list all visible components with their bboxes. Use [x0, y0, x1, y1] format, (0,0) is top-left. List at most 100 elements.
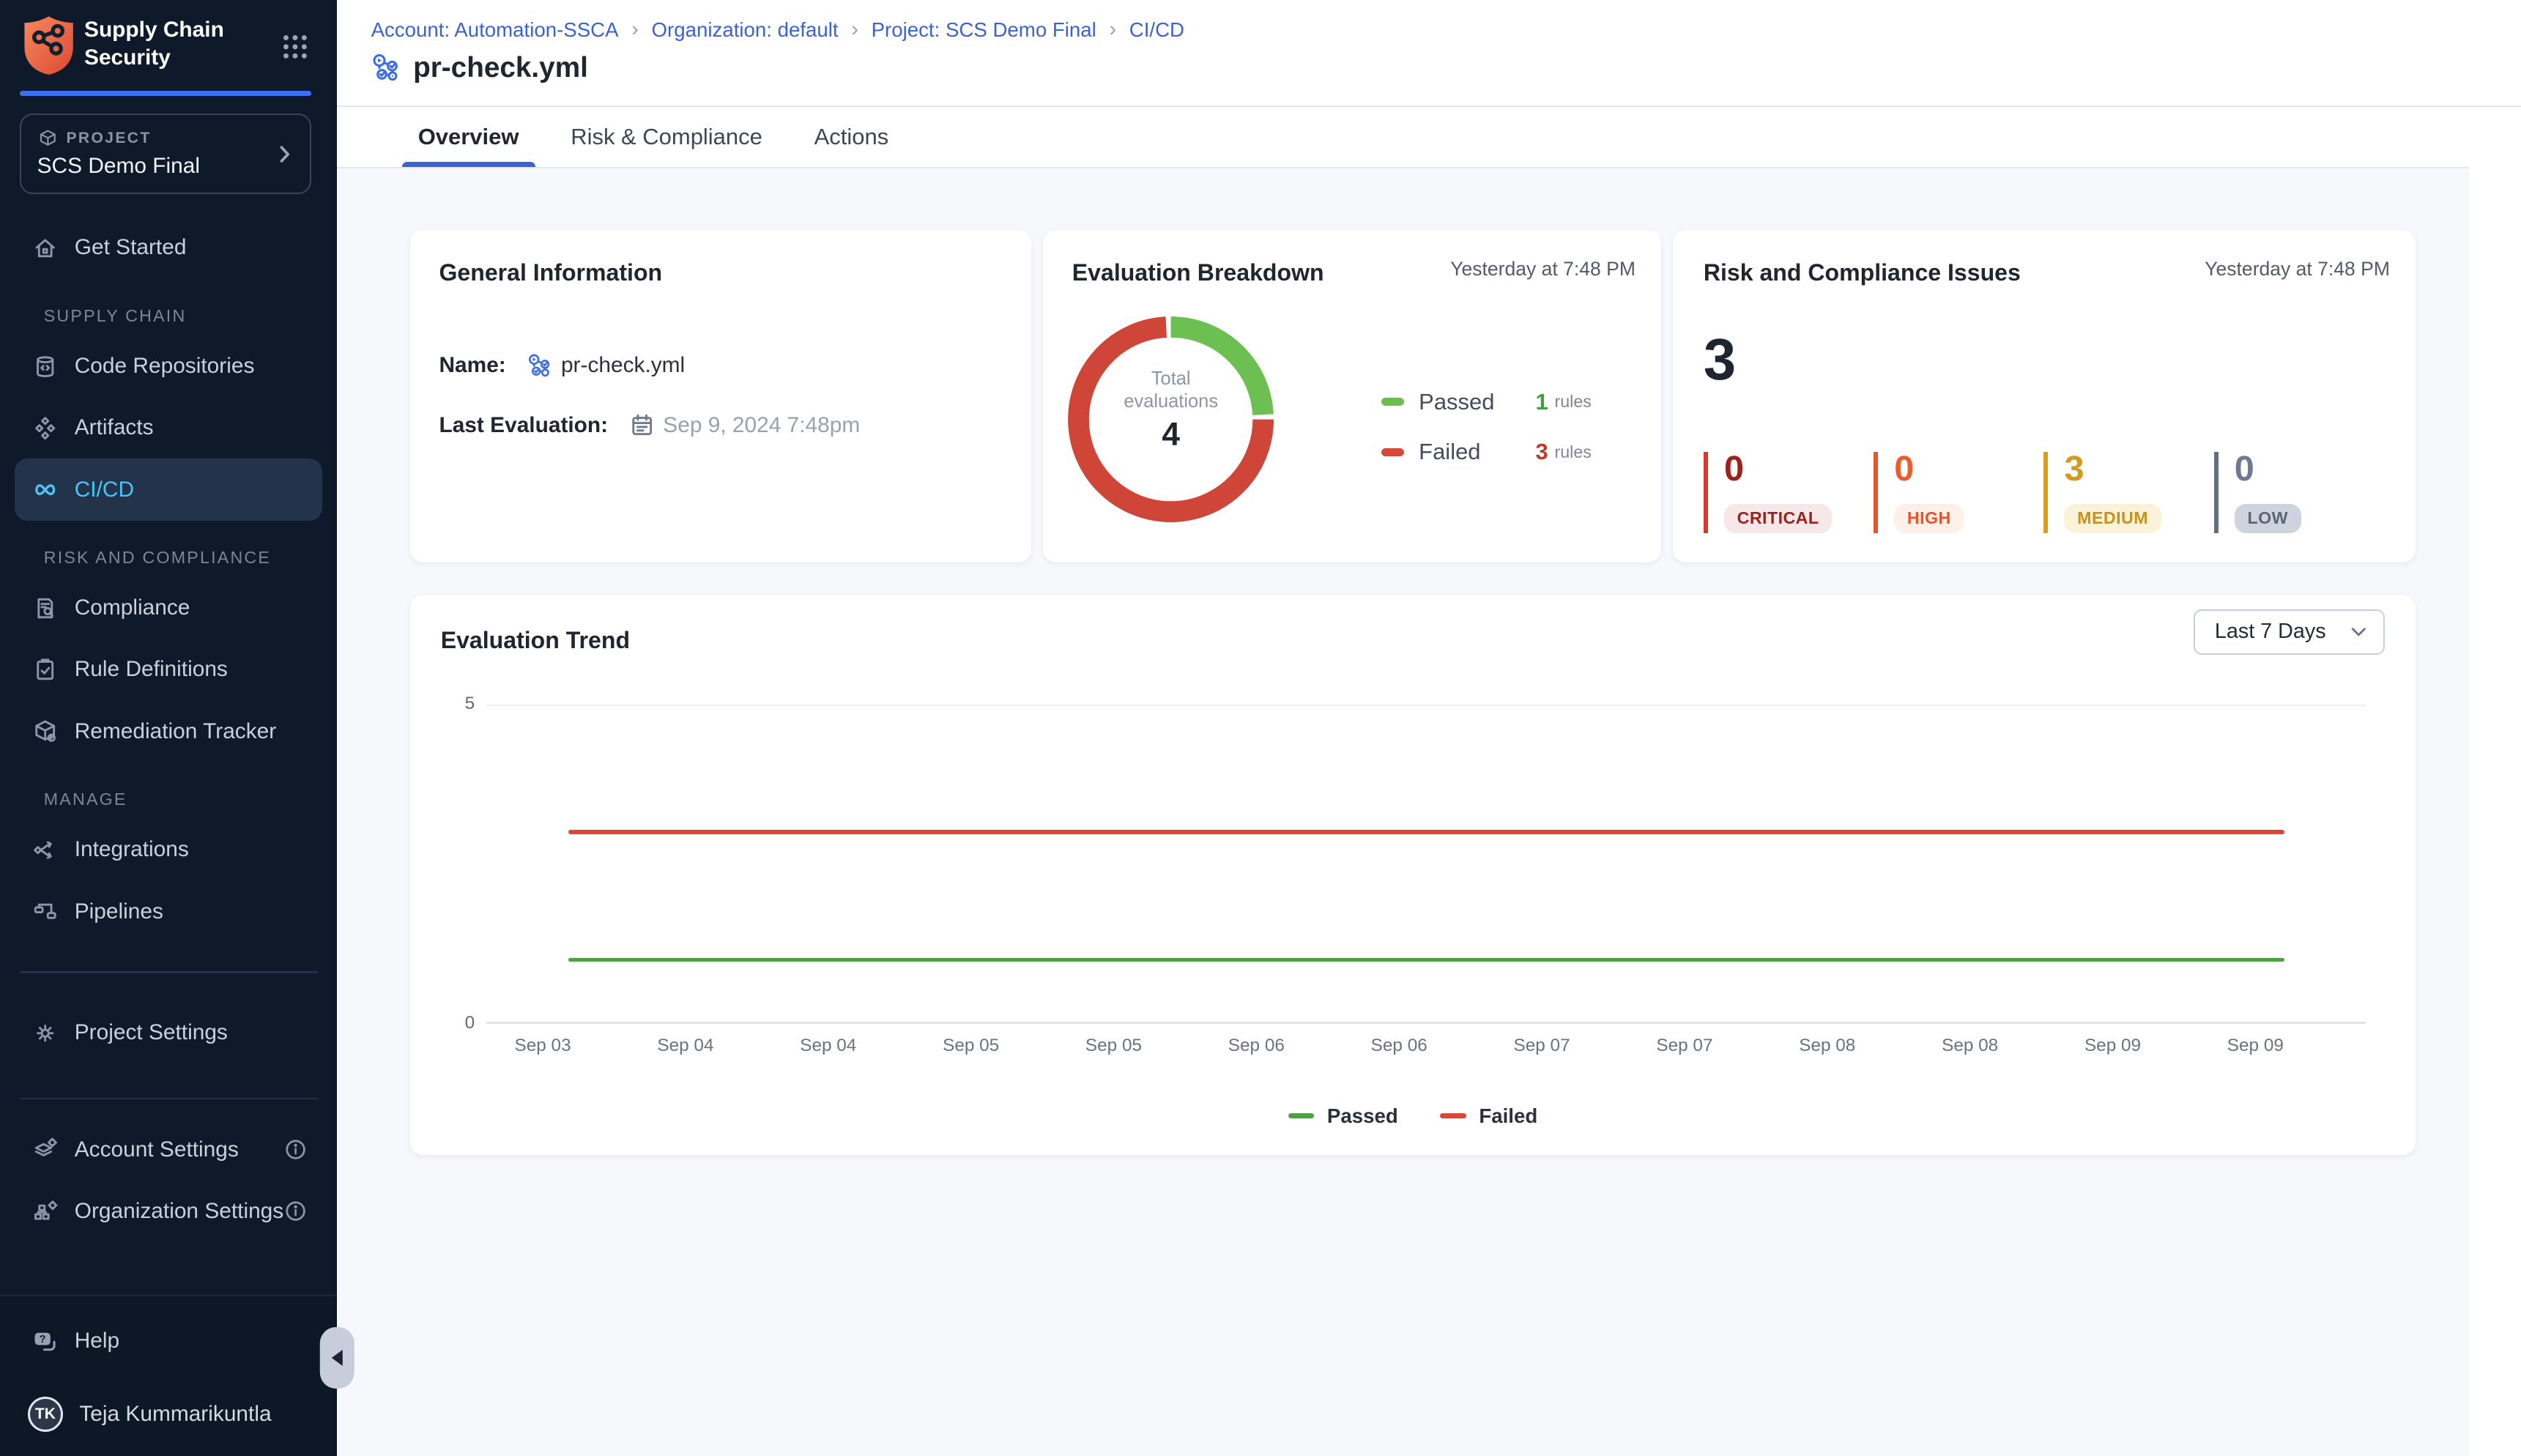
severity-medium: 3MEDIUM — [2043, 452, 2204, 533]
sidebar-item-label: Account Settings — [75, 1137, 239, 1162]
sidebar-item-organization-settings[interactable]: Organization Settings — [15, 1181, 322, 1242]
project-selector[interactable]: PROJECT SCS Demo Final — [20, 114, 311, 195]
organization-settings-icon — [32, 1198, 58, 1224]
trend-line-chart — [486, 705, 2366, 1024]
breadcrumb-link-project-scs-demo-final[interactable]: Project: SCS Demo Final — [872, 18, 1096, 42]
trend-legend-passed: Passed — [1288, 1104, 1398, 1128]
card-title: General Information — [439, 259, 1002, 286]
sidebar-item-label: Integrations — [75, 837, 189, 862]
info-circle-icon[interactable] — [283, 1199, 308, 1223]
card-timestamp: Yesterday at 7:48 PM — [1450, 258, 1636, 281]
app-switcher-icon[interactable] — [281, 32, 310, 62]
time-range-select[interactable]: Last 7 Days — [2194, 609, 2385, 655]
legend-row-failed: Failed 3 rules — [1381, 437, 1592, 467]
sidebar-item-remediation-tracker[interactable]: Remediation Tracker — [15, 701, 322, 762]
sidebar-logo-row: Supply Chain Security — [0, 0, 337, 91]
breadcrumb-separator-icon: › — [851, 18, 858, 42]
sidebar-item-project-settings[interactable]: Project Settings — [15, 1002, 322, 1063]
cicd-infinity-icon — [32, 477, 58, 502]
sidebar-item-ci-cd[interactable]: CI/CD — [15, 458, 322, 520]
account-settings-icon — [32, 1137, 58, 1162]
sidebar-item-account-settings[interactable]: Account Settings — [15, 1119, 322, 1181]
summary-cards-row: General Information Name: — [410, 230, 2416, 562]
evaluation-breakdown-card: Evaluation Breakdown Yesterday at 7:48 P… — [1043, 230, 1661, 562]
sidebar-section-heading-manage: MANAGE — [0, 790, 337, 809]
sidebar-item-compliance[interactable]: Compliance — [15, 577, 322, 639]
failed-dash-icon — [1381, 448, 1404, 456]
breadcrumb-link-organization-default[interactable]: Organization: default — [652, 18, 839, 42]
x-tick-label: Sep 09 — [2227, 1036, 2284, 1056]
severity-count: 0 — [1894, 452, 2034, 486]
breadcrumb-separator-icon: › — [1109, 18, 1116, 42]
trend-legend-label: Failed — [1479, 1104, 1537, 1128]
sidebar-item-get-started[interactable]: Get Started — [15, 217, 322, 278]
trend-line-passed — [568, 958, 2284, 962]
home-icon — [32, 235, 58, 261]
calendar-icon — [629, 412, 655, 438]
pipelines-icon — [32, 899, 58, 924]
tab-risk-compliance[interactable]: Risk & Compliance — [545, 107, 788, 167]
page-title: pr-check.yml — [413, 52, 588, 84]
breadcrumb-link-ci-cd[interactable]: CI/CD — [1129, 18, 1184, 42]
sidebar-item-label: Project Settings — [75, 1020, 228, 1045]
y-tick-label: 5 — [442, 694, 475, 714]
last-evaluation-label: Last Evaluation: — [439, 413, 608, 438]
supply-chain-security-logo-icon — [21, 15, 76, 76]
sidebar-item-integrations[interactable]: Integrations — [15, 819, 322, 880]
card-timestamp: Yesterday at 7:48 PM — [2205, 258, 2390, 281]
breakdown-legend: Passed 1 rules Failed 3 rules — [1381, 387, 1592, 488]
severity-badge: MEDIUM — [2064, 504, 2161, 533]
severity-high: 0HIGH — [1874, 452, 2034, 533]
breadcrumb-link-account-automation-ssca[interactable]: Account: Automation-SSCA — [371, 18, 619, 42]
remediation-tracker-icon — [32, 718, 58, 744]
sidebar-item-label: Organization Settings — [75, 1199, 284, 1224]
trend-legend-failed: Failed — [1440, 1104, 1537, 1128]
trend-legend-label: Passed — [1327, 1104, 1398, 1128]
chevron-right-icon — [272, 142, 297, 166]
code-repositories-icon — [32, 354, 58, 379]
x-tick-label: Sep 06 — [1371, 1036, 1427, 1056]
x-tick-label: Sep 04 — [657, 1036, 713, 1056]
sidebar-section-heading-supply-chain: SUPPLY CHAIN — [0, 306, 337, 326]
chevron-down-icon — [2348, 621, 2369, 642]
info-circle-icon[interactable] — [283, 1137, 308, 1162]
sidebar-item-label: CI/CD — [75, 478, 134, 502]
x-tick-label: Sep 07 — [1656, 1036, 1712, 1056]
project-cube-icon — [37, 128, 59, 149]
severity-critical: 0CRITICAL — [1704, 452, 1864, 533]
sidebar-accent-rule — [20, 91, 311, 96]
sidebar-item-rule-definitions[interactable]: Rule Definitions — [15, 639, 322, 700]
tabbar: OverviewRisk & ComplianceActions — [337, 107, 2469, 168]
time-range-value: Last 7 Days — [2215, 620, 2326, 644]
tab-overview[interactable]: Overview — [392, 107, 545, 167]
y-tick-label: 0 — [442, 1013, 475, 1033]
gridline — [486, 705, 2366, 706]
page-title-row: pr-check.yml — [371, 52, 588, 84]
sidebar-collapse-handle[interactable] — [320, 1327, 354, 1389]
x-tick-label: Sep 09 — [2084, 1036, 2141, 1056]
severity-badge: LOW — [2235, 504, 2301, 533]
x-tick-label: Sep 08 — [1942, 1036, 1998, 1056]
x-tick-label: Sep 03 — [515, 1036, 571, 1056]
main-area: Account: Automation-SSCA › Organization: d… — [337, 0, 2521, 1456]
app-root: Supply Chain Security PROJECT — [0, 0, 2521, 1456]
sidebar-item-code-repositories[interactable]: Code Repositories — [15, 335, 322, 397]
sidebar-divider — [20, 971, 318, 973]
x-tick-label: Sep 08 — [1799, 1036, 1855, 1056]
total-issues-value: 3 — [1704, 330, 2386, 389]
severity-count: 0 — [1724, 452, 1864, 486]
sidebar-item-pipelines[interactable]: Pipelines — [15, 881, 322, 943]
user-name: Teja Kummarikuntla — [79, 1402, 271, 1427]
x-tick-label: Sep 06 — [1228, 1036, 1285, 1056]
svg-text:?: ? — [40, 1334, 46, 1345]
total-evaluations-value: 4 — [1067, 417, 1274, 453]
sidebar-item-label: Pipelines — [75, 899, 163, 924]
collapse-left-arrow-icon — [332, 1350, 343, 1366]
help-chat-icon: ? — [32, 1329, 58, 1354]
legend-row-passed: Passed 1 rules — [1381, 387, 1592, 417]
sidebar-item-help[interactable]: ? Help — [15, 1310, 322, 1372]
tab-actions[interactable]: Actions — [788, 107, 914, 167]
sidebar-item-artifacts[interactable]: Artifacts — [15, 397, 322, 458]
user-avatar: TK — [28, 1397, 64, 1433]
user-menu[interactable]: TK Teja Kummarikuntla — [15, 1386, 322, 1441]
